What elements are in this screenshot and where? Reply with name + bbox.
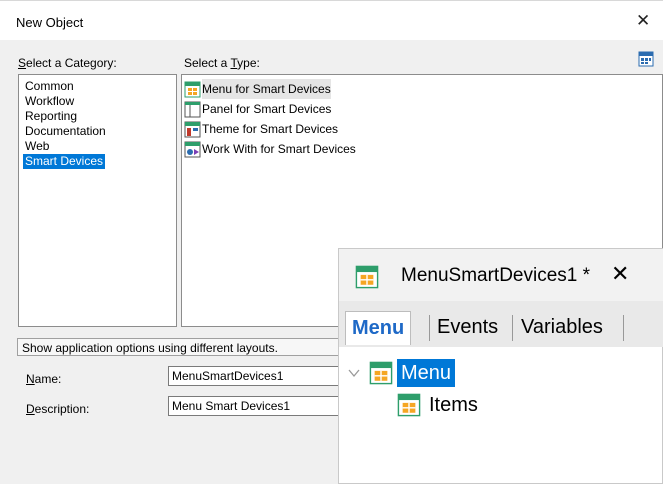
editor-tab-header: MenuSmartDevices1 * ✕ bbox=[339, 249, 663, 301]
chevron-down-icon[interactable] bbox=[347, 366, 361, 380]
editor-tabs: Menu Events Variables bbox=[339, 301, 663, 347]
tab-separator bbox=[623, 315, 624, 341]
description-label: Description: bbox=[26, 402, 90, 416]
tab-events[interactable]: Events bbox=[431, 311, 504, 345]
name-label: Name: bbox=[26, 372, 62, 386]
menu-icon bbox=[397, 393, 421, 417]
dialog-title: New Object bbox=[16, 15, 84, 30]
type-label: Select a Type: bbox=[184, 56, 260, 70]
type-item-theme[interactable]: Theme for Smart Devices bbox=[184, 119, 662, 139]
editor-title: MenuSmartDevices1 * bbox=[401, 265, 591, 286]
workwith-icon bbox=[184, 141, 201, 157]
type-description: Show application options using different… bbox=[17, 338, 347, 356]
name-field[interactable]: MenuSmartDevices1 bbox=[168, 366, 340, 386]
type-item-workwith[interactable]: Work With for Smart Devices bbox=[184, 139, 662, 159]
tree-item-label: Menu bbox=[397, 359, 456, 387]
tree-item-menu[interactable]: Menu bbox=[347, 359, 456, 387]
category-label: Select a Category: bbox=[18, 56, 117, 70]
tab-variables[interactable]: Variables bbox=[515, 311, 609, 345]
type-item-menu[interactable]: Menu for Smart Devices bbox=[184, 79, 662, 99]
category-item-workflow[interactable]: Workflow bbox=[23, 94, 176, 109]
type-item-label: Work With for Smart Devices bbox=[202, 142, 356, 156]
category-list[interactable]: Common Workflow Reporting Documentation … bbox=[18, 74, 177, 327]
tree-item-items[interactable]: Items bbox=[397, 393, 478, 417]
close-icon[interactable]: ✕ bbox=[636, 11, 650, 31]
menu-icon bbox=[355, 265, 379, 289]
large-icons-view-icon[interactable] bbox=[638, 51, 654, 67]
category-item-web[interactable]: Web bbox=[23, 139, 176, 154]
type-item-label: Theme for Smart Devices bbox=[202, 122, 339, 136]
tab-menu[interactable]: Menu bbox=[345, 311, 412, 345]
tab-separator bbox=[429, 315, 430, 341]
menu-editor-panel: MenuSmartDevices1 * ✕ Menu Events Variab… bbox=[338, 248, 663, 484]
category-item-smart-devices[interactable]: Smart Devices bbox=[23, 154, 106, 169]
description-field[interactable]: Menu Smart Devices1 bbox=[168, 396, 340, 416]
menu-icon bbox=[369, 361, 393, 385]
category-item-common[interactable]: Common bbox=[23, 79, 176, 94]
type-item-label: Panel for Smart Devices bbox=[202, 102, 332, 116]
panel-icon bbox=[184, 101, 201, 117]
title-bar: New Object ✕ bbox=[0, 0, 663, 40]
menu-icon bbox=[184, 81, 201, 97]
close-icon[interactable]: ✕ bbox=[611, 261, 629, 287]
tab-separator bbox=[512, 315, 513, 341]
category-item-documentation[interactable]: Documentation bbox=[23, 124, 176, 139]
category-item-reporting[interactable]: Reporting bbox=[23, 109, 176, 124]
type-item-label: Menu for Smart Devices bbox=[202, 79, 331, 99]
theme-icon bbox=[184, 121, 201, 137]
tree-item-label: Items bbox=[429, 393, 478, 416]
type-item-panel[interactable]: Panel for Smart Devices bbox=[184, 99, 662, 119]
